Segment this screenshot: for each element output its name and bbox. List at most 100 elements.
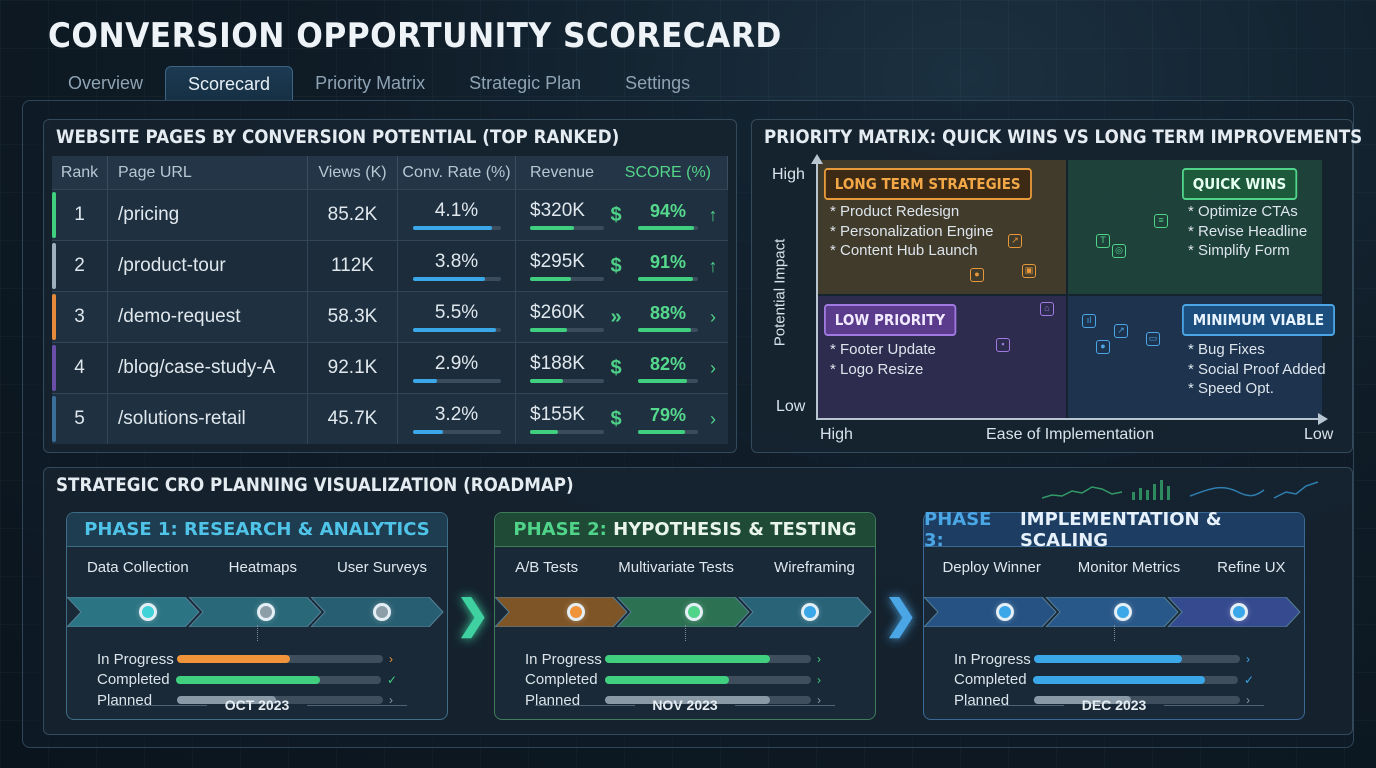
tab-overview[interactable]: Overview — [46, 66, 165, 100]
col-revenue[interactable]: Revenue — [530, 164, 594, 182]
conv-cell: 2.9% — [398, 343, 516, 393]
y-axis-low: Low — [776, 398, 806, 415]
step-label: Deploy Winner — [942, 559, 1041, 576]
phase-date: DEC 2023 — [924, 697, 1304, 713]
list-long-term: * Product Redesign * Personalization Eng… — [830, 202, 993, 261]
shop-icon: ⌂ — [1040, 302, 1054, 316]
table-row[interactable]: 1/pricing 85.2K 4.1% $320K $94% ↑ — [52, 189, 728, 240]
progress-bar — [605, 675, 811, 684]
progress-row: In Progress › — [954, 649, 1254, 670]
rank-cell: 5 — [52, 394, 108, 444]
progress-label: In Progress — [525, 650, 602, 668]
table-body: 1/pricing 85.2K 4.1% $320K $94% ↑ 2/product-to… — [52, 189, 728, 444]
conv-cell: 4.1% — [398, 190, 516, 240]
phase-date: OCT 2023 — [67, 697, 447, 713]
list-minimum-viable: * Bug Fixes * Social Proof Added * Speed… — [1188, 340, 1326, 399]
table-row[interactable]: 5/solutions-retail 45.7K 3.2% $155K $79% › — [52, 393, 728, 444]
url-cell[interactable]: /product-tour — [108, 241, 308, 291]
revenue-value: $155K — [530, 404, 585, 425]
conv-value: 3.8% — [434, 251, 479, 272]
col-url[interactable]: Page URL — [108, 156, 308, 189]
progress-label: Completed — [525, 671, 598, 689]
phase-name: IMPLEMENTATION & SCALING — [1019, 508, 1222, 551]
table-row[interactable]: 3/demo-request 58.3K 5.5% $260K » 88% › — [52, 291, 728, 342]
tab-settings[interactable]: Settings — [603, 66, 712, 100]
badge-long-term[interactable]: LONG TERM STRATEGIES — [824, 168, 1032, 200]
tab-priority-matrix[interactable]: Priority Matrix — [293, 66, 447, 100]
milestone-node[interactable] — [801, 603, 819, 621]
milestone-node[interactable] — [1230, 603, 1248, 621]
progress-bar — [176, 675, 381, 684]
rank-cell: 3 — [52, 292, 108, 342]
badge-quick-wins[interactable]: QUICK WINS — [1182, 168, 1298, 200]
tab-scorecard[interactable]: Scorecard — [165, 66, 294, 100]
connector-line — [685, 625, 686, 641]
next-phase-chevron-icon: ❯ — [884, 593, 918, 637]
list-item: * Product Redesign — [830, 203, 960, 220]
matrix-panel-title: PRIORITY MATRIX: QUICK WINS VS LONG TERM… — [764, 126, 1363, 148]
badge-minimum-viable[interactable]: MINIMUM VIABLE — [1182, 304, 1335, 336]
col-conv[interactable]: Conv. Rate (%) — [398, 156, 516, 189]
phase-card-3[interactable]: PHASE 3: IMPLEMENTATION & SCALING Deploy … — [923, 508, 1305, 720]
table-row[interactable]: 2/product-tour 112K 3.8% $295K $91% ↑ — [52, 240, 728, 291]
milestone-node[interactable] — [257, 603, 275, 621]
col-views[interactable]: Views (K) — [308, 156, 398, 189]
list-item: * Logo Resize — [830, 360, 924, 378]
revenue-score-cell: $155K $79% › — [516, 394, 728, 444]
progress-label: Completed — [97, 671, 170, 689]
x-axis-label: Ease of Implementation — [986, 426, 1155, 443]
trend-icon: ↑ — [708, 255, 718, 276]
x-axis — [816, 418, 1320, 420]
trend-icon: ↗ — [1114, 324, 1128, 338]
pages-table: Rank Page URL Views (K) Conv. Rate (%) R… — [52, 156, 728, 444]
revenue-score-cell: $295K $91% ↑ — [516, 241, 728, 291]
y-axis-arrow-icon — [811, 154, 823, 164]
next-phase-chevron-icon: ❯ — [456, 593, 490, 637]
milestone-node[interactable] — [139, 603, 157, 621]
progress-label: In Progress — [954, 650, 1031, 668]
conv-value: 3.2% — [434, 404, 479, 425]
phase-date: NOV 2023 — [495, 697, 875, 713]
phase-card-2[interactable]: PHASE 2: HYPOTHESIS & TESTING A/B Tests Mu… — [494, 512, 876, 720]
score-bar — [638, 327, 698, 332]
score-value: 79% — [649, 404, 687, 425]
gallery-icon: ▣ — [1022, 264, 1036, 278]
table-header: Rank Page URL Views (K) Conv. Rate (%) R… — [52, 156, 728, 189]
milestone-node[interactable] — [996, 603, 1014, 621]
progress-bar — [177, 655, 383, 664]
milestone-node[interactable] — [373, 603, 391, 621]
conv-cell: 3.8% — [398, 241, 516, 291]
conv-cell: 3.2% — [398, 394, 516, 444]
progress-end-icon: ✓ — [1243, 672, 1254, 687]
milestone-node[interactable] — [567, 603, 585, 621]
bar-icon: ıl — [1082, 314, 1096, 328]
col-rank[interactable]: Rank — [52, 156, 108, 189]
badge-low-priority[interactable]: LOW PRIORITY — [824, 304, 956, 336]
conv-bar — [412, 277, 501, 281]
revenue-symbol-icon: $ — [610, 407, 622, 430]
step-label: Heatmaps — [228, 559, 298, 576]
url-cell[interactable]: /pricing — [108, 190, 308, 240]
col-score[interactable]: SCORE (%) — [625, 164, 711, 182]
revenue-bar — [530, 430, 604, 434]
conv-bar — [412, 379, 501, 383]
url-cell[interactable]: /solutions-retail — [108, 394, 308, 444]
phase-card-1[interactable]: PHASE 1: RESEARCH & ANALYTICS Data Collec… — [66, 512, 448, 720]
tab-strategic-plan[interactable]: Strategic Plan — [447, 66, 603, 100]
table-row[interactable]: 4/blog/case-study-A 92.1K 2.9% $188K $82% › — [52, 342, 728, 393]
y-axis-label: Potential Impact — [771, 238, 789, 347]
revenue-value: $260K — [530, 302, 585, 323]
score-value: 82% — [649, 353, 687, 374]
trend-icon: › — [710, 357, 716, 378]
url-cell[interactable]: /demo-request — [108, 292, 308, 342]
milestone-node[interactable] — [685, 603, 703, 621]
trend-icon: › — [710, 306, 716, 327]
roadmap-panel: STRATEGIC CRO PLANNING VISUALIZATION (RO… — [43, 467, 1353, 735]
progress-bar — [1034, 655, 1240, 664]
phase-prefix: PHASE 1: — [84, 519, 178, 540]
x-axis-low: Low — [1304, 426, 1334, 443]
milestone-node[interactable] — [1114, 603, 1132, 621]
url-cell[interactable]: /blog/case-study-A — [108, 343, 308, 393]
score-bar — [638, 429, 698, 434]
rank-cell: 2 — [52, 241, 108, 291]
